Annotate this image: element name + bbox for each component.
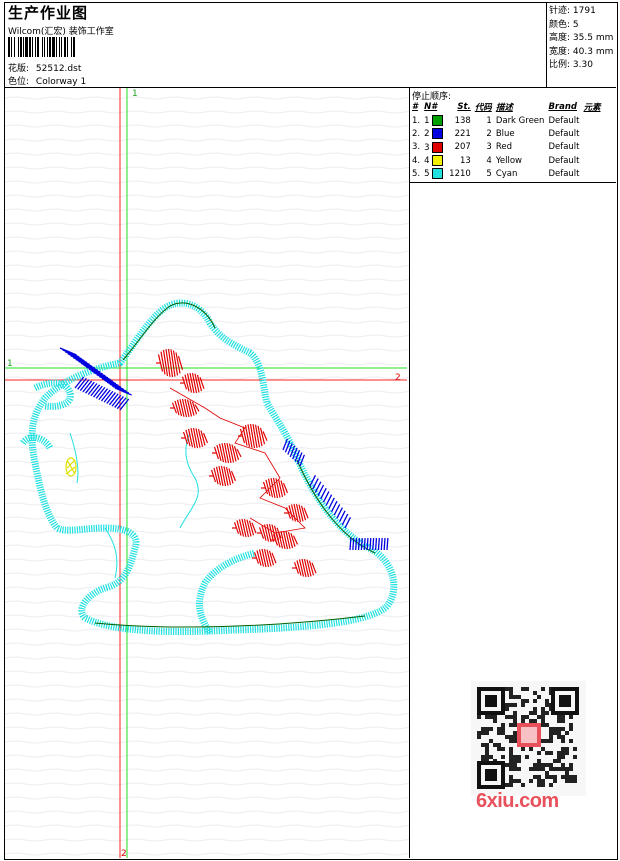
design-label: 花版: <box>8 64 30 74</box>
row-description: Yellow <box>495 155 522 166</box>
row-index: 4. <box>412 155 421 166</box>
row-code: 1 <box>486 115 492 126</box>
col-element: 元素 <box>583 103 601 113</box>
stat-scale: 比例: 3.30 <box>549 60 593 70</box>
stat-stitches: 针迹: 1791 <box>549 6 596 16</box>
stop-sequence-table: # N# St. 代码 描述 Brand 元素 1. 1 138 1 Dark Gre… <box>410 100 603 180</box>
darkgreen-run <box>94 302 376 628</box>
stats-divider <box>546 2 547 87</box>
row-code: 2 <box>486 128 492 139</box>
row-stitches: 1210 <box>449 168 471 179</box>
colorway-value: Colorway 1 <box>35 77 87 87</box>
sidepanel-divider <box>409 87 410 858</box>
color-swatch <box>432 155 444 167</box>
cyan-outline <box>20 299 398 636</box>
row-brand: Default <box>548 142 580 153</box>
production-sheet: 生产作业图 Wilcom(汇宏) 装饰工作室 花版: 52512.dst 色位:… <box>0 0 620 861</box>
color-swatch <box>432 115 444 127</box>
row-description: Dark Green <box>495 115 545 126</box>
row-index: 5. <box>412 168 421 179</box>
row-stitches: 207 <box>454 142 471 153</box>
row-brand: Default <box>548 115 580 126</box>
row-code: 3 <box>486 142 492 153</box>
design-line: 花版: 52512.dst <box>8 61 81 74</box>
colorway-label: 色位: <box>8 77 30 87</box>
col-index: # <box>412 102 418 112</box>
row-brand: Default <box>548 155 580 166</box>
row-stitches: 13 <box>459 155 471 166</box>
v-guide-top-label: 1 <box>132 89 138 99</box>
row-element <box>582 167 603 180</box>
row-stitches: 138 <box>454 115 471 126</box>
row-needle: 3 <box>422 141 447 154</box>
col-description: 描述 <box>495 103 513 113</box>
row-element <box>582 114 603 127</box>
row-index: 2. <box>412 128 421 139</box>
h-guide-right-label: 2 <box>395 373 401 383</box>
row-description: Blue <box>495 128 515 139</box>
stat-colors: 颜色: 5 <box>549 19 579 30</box>
row-code: 4 <box>486 155 492 166</box>
row-needle: 5 <box>422 167 447 180</box>
table-row: 2. 2 221 2 Blue Default <box>410 127 603 140</box>
col-stitches: St. <box>457 102 471 112</box>
table-row: 4. 4 13 4 Yellow Default <box>410 154 603 167</box>
v-guide-bottom-label: 2 <box>121 849 127 858</box>
stat-width: 宽度: 40.3 mm <box>549 46 614 57</box>
row-element <box>582 154 603 167</box>
color-swatch <box>432 168 444 180</box>
colorway-line: 色位: Colorway 1 <box>8 74 86 87</box>
row-needle: 4 <box>422 154 447 167</box>
table-row: 3. 3 207 3 Red Default <box>410 141 603 154</box>
color-swatch <box>432 128 444 140</box>
col-needle: N# <box>424 102 438 112</box>
row-index: 1. <box>412 115 421 126</box>
row-brand: Default <box>548 168 580 179</box>
design-value: 52512.dst <box>35 64 82 74</box>
row-index: 3. <box>412 142 421 153</box>
background-texture <box>5 96 409 856</box>
row-description: Cyan <box>495 168 518 179</box>
page-title: 生产作业图 <box>8 4 89 22</box>
row-brand: Default <box>548 128 580 139</box>
row-code: 5 <box>486 168 492 179</box>
row-element <box>582 141 603 154</box>
table-bottom-divider <box>409 182 616 183</box>
color-swatch <box>432 141 444 153</box>
row-description: Red <box>495 142 512 153</box>
barcode <box>8 37 120 57</box>
row-stitches: 221 <box>454 128 471 139</box>
row-needle: 2 <box>422 127 447 140</box>
table-row: 5. 5 1210 5 Cyan Default <box>410 167 603 180</box>
row-element <box>582 127 603 140</box>
yellow-mark <box>65 457 77 477</box>
col-code: 代码 <box>474 103 492 113</box>
table-header-row: # N# St. 代码 描述 Brand 元素 <box>410 100 603 114</box>
qr-code <box>471 681 586 796</box>
h-guide-left-label: 1 <box>7 359 13 369</box>
embroidery-canvas: 1 1 2 2 <box>5 88 409 858</box>
company-name: Wilcom(汇宏) 装饰工作室 <box>8 27 114 37</box>
table-row: 1. 1 138 1 Dark Green Default <box>410 114 603 127</box>
stat-height: 高度: 35.5 mm <box>549 33 614 43</box>
watermark-logo: 6xiu.com <box>476 790 559 812</box>
row-needle: 1 <box>422 114 447 127</box>
col-brand: Brand <box>548 102 577 112</box>
design-stats: 针迹: 1791 颜色: 5 高度: 35.5 mm 宽度: 40.3 mm 比… <box>549 5 613 73</box>
